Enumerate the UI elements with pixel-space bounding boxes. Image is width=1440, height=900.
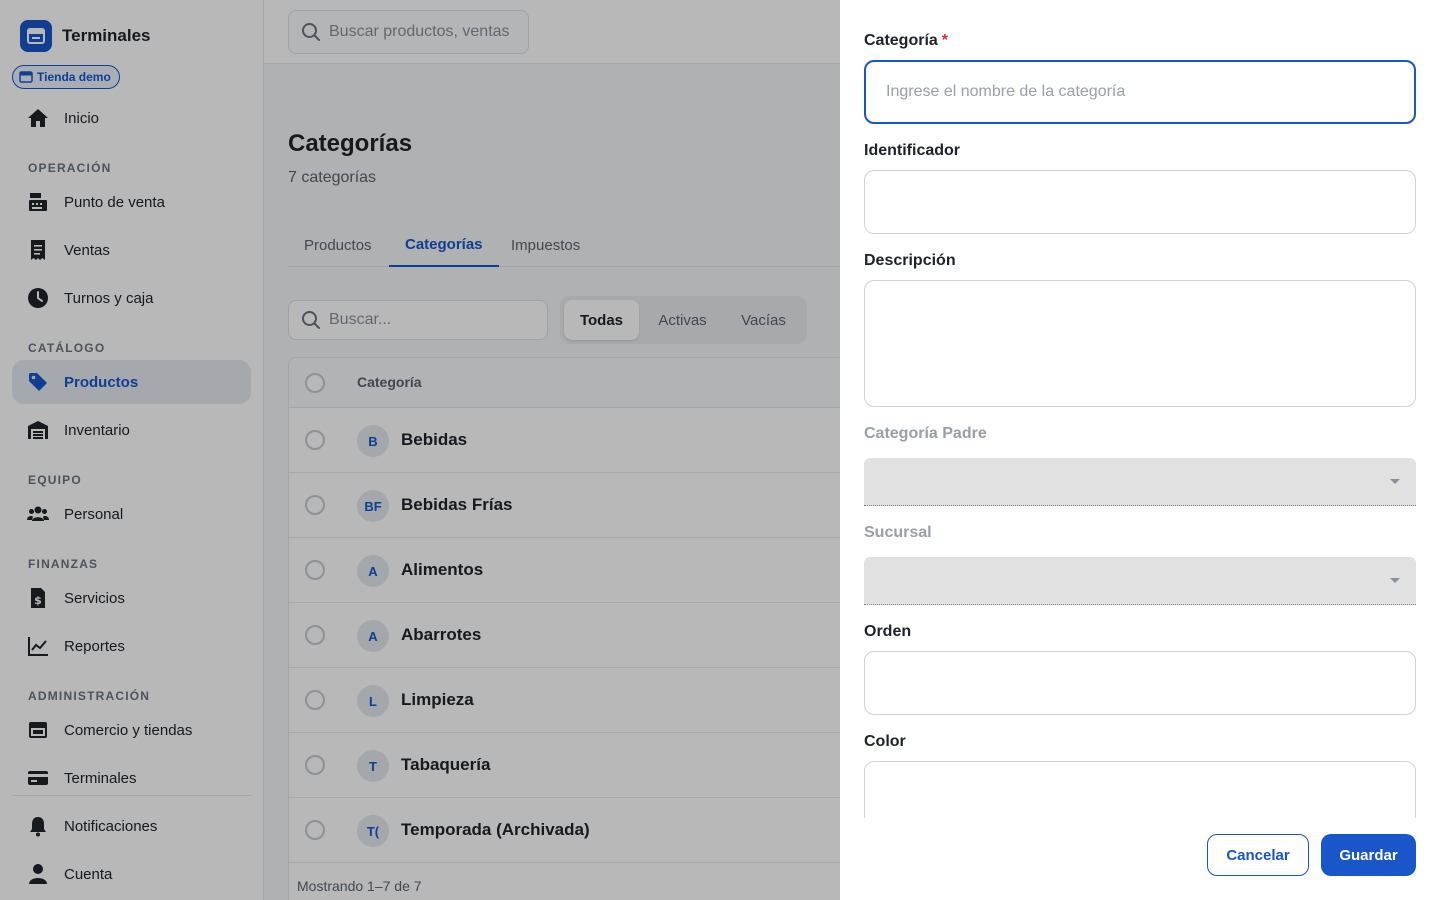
field-label-orden: Orden bbox=[864, 623, 912, 640]
field-label-categoria: Categoría * bbox=[864, 32, 948, 50]
order-input[interactable] bbox=[864, 651, 1416, 715]
category-name-placeholder: Ingrese el nombre de la categoría bbox=[886, 83, 1126, 100]
parent-category-select bbox=[864, 458, 1416, 506]
branch-select bbox=[864, 557, 1416, 605]
field-label-descripcion: Descripción bbox=[864, 252, 956, 269]
drawer-backdrop[interactable] bbox=[0, 0, 840, 900]
category-name-input[interactable]: Ingrese el nombre de la categoría bbox=[864, 60, 1416, 124]
dropdown-arrow-icon bbox=[1390, 479, 1400, 484]
save-button[interactable]: Guardar bbox=[1321, 834, 1416, 876]
color-input[interactable] bbox=[864, 761, 1416, 818]
required-asterisk: * bbox=[941, 32, 949, 49]
field-label-identificador: Identificador bbox=[864, 142, 961, 159]
dropdown-arrow-icon bbox=[1390, 578, 1400, 583]
field-label-text: Categoría bbox=[864, 32, 938, 49]
identifier-input[interactable] bbox=[864, 170, 1416, 234]
field-label-categoria-padre: Categoría Padre bbox=[864, 425, 987, 442]
description-textarea[interactable] bbox=[864, 280, 1416, 407]
cancel-button[interactable]: Cancelar bbox=[1207, 834, 1309, 876]
category-form-drawer: Categoría * Ingrese el nombre de la categ… bbox=[840, 0, 1440, 900]
form-scroll-area[interactable]: Categoría * Ingrese el nombre de la categ… bbox=[840, 0, 1440, 818]
field-label-color: Color bbox=[864, 733, 906, 750]
field-label-sucursal: Sucursal bbox=[864, 524, 932, 541]
